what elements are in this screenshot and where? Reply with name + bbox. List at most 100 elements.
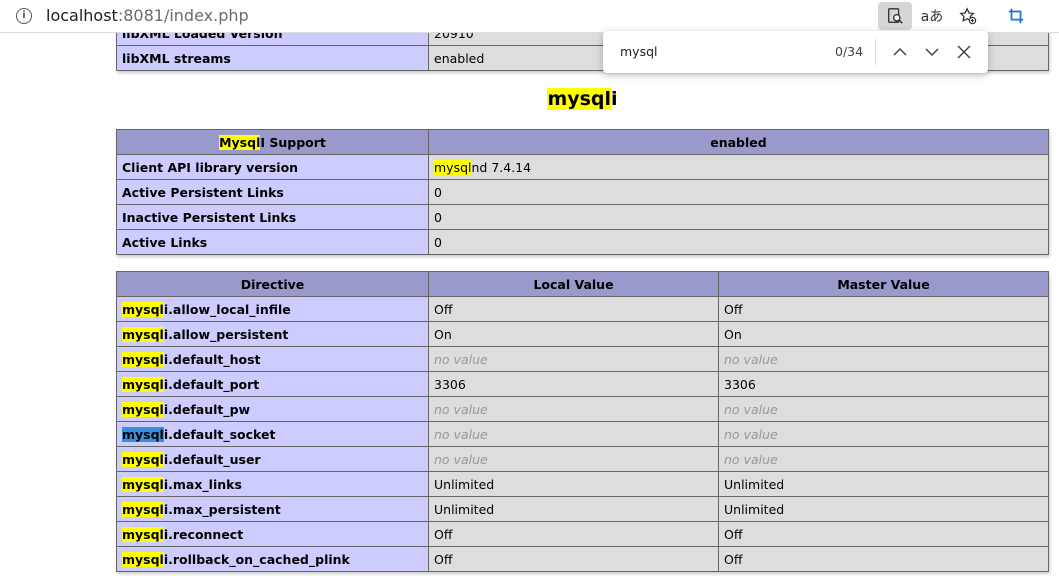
master-value-text: On <box>724 326 742 342</box>
directive-name: Inactive Persistent Links <box>116 204 429 230</box>
table-row: Active Persistent Links 0 <box>116 179 1049 205</box>
local-value: Unlimited <box>428 496 719 522</box>
local-value: 3306 <box>428 371 719 397</box>
find-on-page-button[interactable] <box>878 2 912 30</box>
favorite-button[interactable] <box>951 2 985 30</box>
directive-value: 0 <box>428 229 1049 255</box>
directive-suffix: i.default_pw <box>163 401 251 417</box>
master-value-text: 3306 <box>724 376 756 392</box>
directive-name: mysqli.default_host <box>116 346 429 372</box>
directive-name: mysqli.rollback_on_cached_plink <box>116 546 429 572</box>
master-value: Unlimited <box>718 471 1049 497</box>
local-value: Off <box>428 521 719 547</box>
directive-name: mysqli.default_user <box>116 446 429 472</box>
support-status-header: enabled <box>428 129 1049 155</box>
directive-name: libXML streams <box>116 45 429 71</box>
star-add-icon <box>959 7 977 25</box>
local-value-text: no value <box>434 351 488 367</box>
master-value: Unlimited <box>718 496 1049 522</box>
master-value-text: Unlimited <box>724 476 785 492</box>
table-row: mysqli.default_socket no value no value <box>116 421 1049 447</box>
directive-suffix: i.max_links <box>163 476 242 492</box>
search-highlight: mysql <box>122 301 164 317</box>
master-value-text: Unlimited <box>724 501 785 517</box>
url-host: localhost <box>46 6 118 25</box>
master-value-text: Off <box>724 551 743 567</box>
heading-rest: i <box>611 88 618 110</box>
table-row: mysqli.allow_local_infile Off Off <box>116 296 1049 322</box>
next-match-button[interactable] <box>922 42 942 62</box>
support-header: MysqlI Support <box>116 129 429 155</box>
table-row: Inactive Persistent Links 0 <box>116 204 1049 230</box>
local-value: Unlimited <box>428 471 719 497</box>
read-aloud-button[interactable]: aあ <box>915 2 949 30</box>
local-value: no value <box>428 446 719 472</box>
directive-suffix: i.allow_local_infile <box>163 301 291 317</box>
search-highlight: mysql <box>547 88 612 110</box>
local-value-text: Off <box>434 526 453 542</box>
master-value-text: no value <box>724 351 778 367</box>
table-row: mysqli.rollback_on_cached_plink Off Off <box>116 546 1049 572</box>
table-header-row: MysqlI Support enabled <box>116 129 1049 155</box>
local-value-text: Unlimited <box>434 501 495 517</box>
directive-name: Client API library version <box>116 154 429 180</box>
table-row: mysqli.default_user no value no value <box>116 446 1049 472</box>
directive-rows: mysqli.allow_local_infile Off Off mysqli.al… <box>116 296 1049 572</box>
site-info-icon[interactable]: i <box>16 8 32 24</box>
directive-name: mysqli.allow_local_infile <box>116 296 429 322</box>
master-value: 3306 <box>718 371 1049 397</box>
column-header-directive: Directive <box>116 271 429 297</box>
url-path: :8081/index.php <box>117 6 249 25</box>
search-highlight: mysql <box>122 326 164 342</box>
local-value-text: Off <box>434 301 453 317</box>
directive-name: Active Links <box>116 229 429 255</box>
directive-name: Active Persistent Links <box>116 179 429 205</box>
table-row: mysqli.default_pw no value no value <box>116 396 1049 422</box>
find-input[interactable]: mysql <box>620 44 658 59</box>
previous-match-button[interactable] <box>890 42 910 62</box>
directive-name: mysqli.max_links <box>116 471 429 497</box>
local-value-text: On <box>434 326 452 342</box>
local-value: no value <box>428 421 719 447</box>
collections-button[interactable] <box>999 2 1033 30</box>
close-find-button[interactable] <box>954 42 974 62</box>
table-row: mysqli.max_links Unlimited Unlimited <box>116 471 1049 497</box>
column-header-local-value: Local Value <box>428 271 719 297</box>
chevron-up-icon <box>893 47 907 56</box>
master-value: Off <box>718 521 1049 547</box>
master-value-text: no value <box>724 451 778 467</box>
master-value: no value <box>718 346 1049 372</box>
local-value-text: Unlimited <box>434 476 495 492</box>
mysqli-directive-table: Directive Local Value Master Value mysql… <box>116 271 1049 572</box>
find-match-count: 0/34 <box>835 44 864 59</box>
master-value-text: Off <box>724 301 743 317</box>
table-header-row: Directive Local Value Master Value <box>116 271 1049 297</box>
directive-suffix: i.max_persistent <box>163 501 281 517</box>
directive-name: mysqli.reconnect <box>116 521 429 547</box>
current-search-highlight: mysql <box>122 426 164 442</box>
local-value: On <box>428 321 719 347</box>
find-bar: mysql 0/34 <box>603 31 988 73</box>
local-value-text: no value <box>434 451 488 467</box>
table-row: mysqli.allow_persistent On On <box>116 321 1049 347</box>
chevron-down-icon <box>925 48 939 57</box>
master-value-text: no value <box>724 426 778 442</box>
directive-suffix: i.default_user <box>163 451 261 467</box>
directive-name: mysqli.default_pw <box>116 396 429 422</box>
directive-name: mysqli.default_socket <box>116 421 429 447</box>
header-rest: I Support <box>260 134 326 150</box>
table-row: mysqli.default_host no value no value <box>116 346 1049 372</box>
directive-suffix: i.allow_persistent <box>163 326 289 342</box>
search-highlight: mysql <box>122 476 164 492</box>
directive-suffix: i.reconnect <box>163 526 244 542</box>
url-field[interactable]: localhost:8081/index.php <box>46 6 249 25</box>
crop-icon <box>1008 8 1024 24</box>
local-value: no value <box>428 396 719 422</box>
directive-name: mysqli.default_port <box>116 371 429 397</box>
page-content: libXML Loaded Version 20910 libXML strea… <box>0 33 1059 576</box>
search-highlight: mysql <box>122 526 164 542</box>
master-value-text: no value <box>724 401 778 417</box>
table-row: mysqli.reconnect Off Off <box>116 521 1049 547</box>
directive-value: mysqlnd 7.4.14 <box>428 154 1049 180</box>
directive-suffix: i.default_socket <box>163 426 276 442</box>
